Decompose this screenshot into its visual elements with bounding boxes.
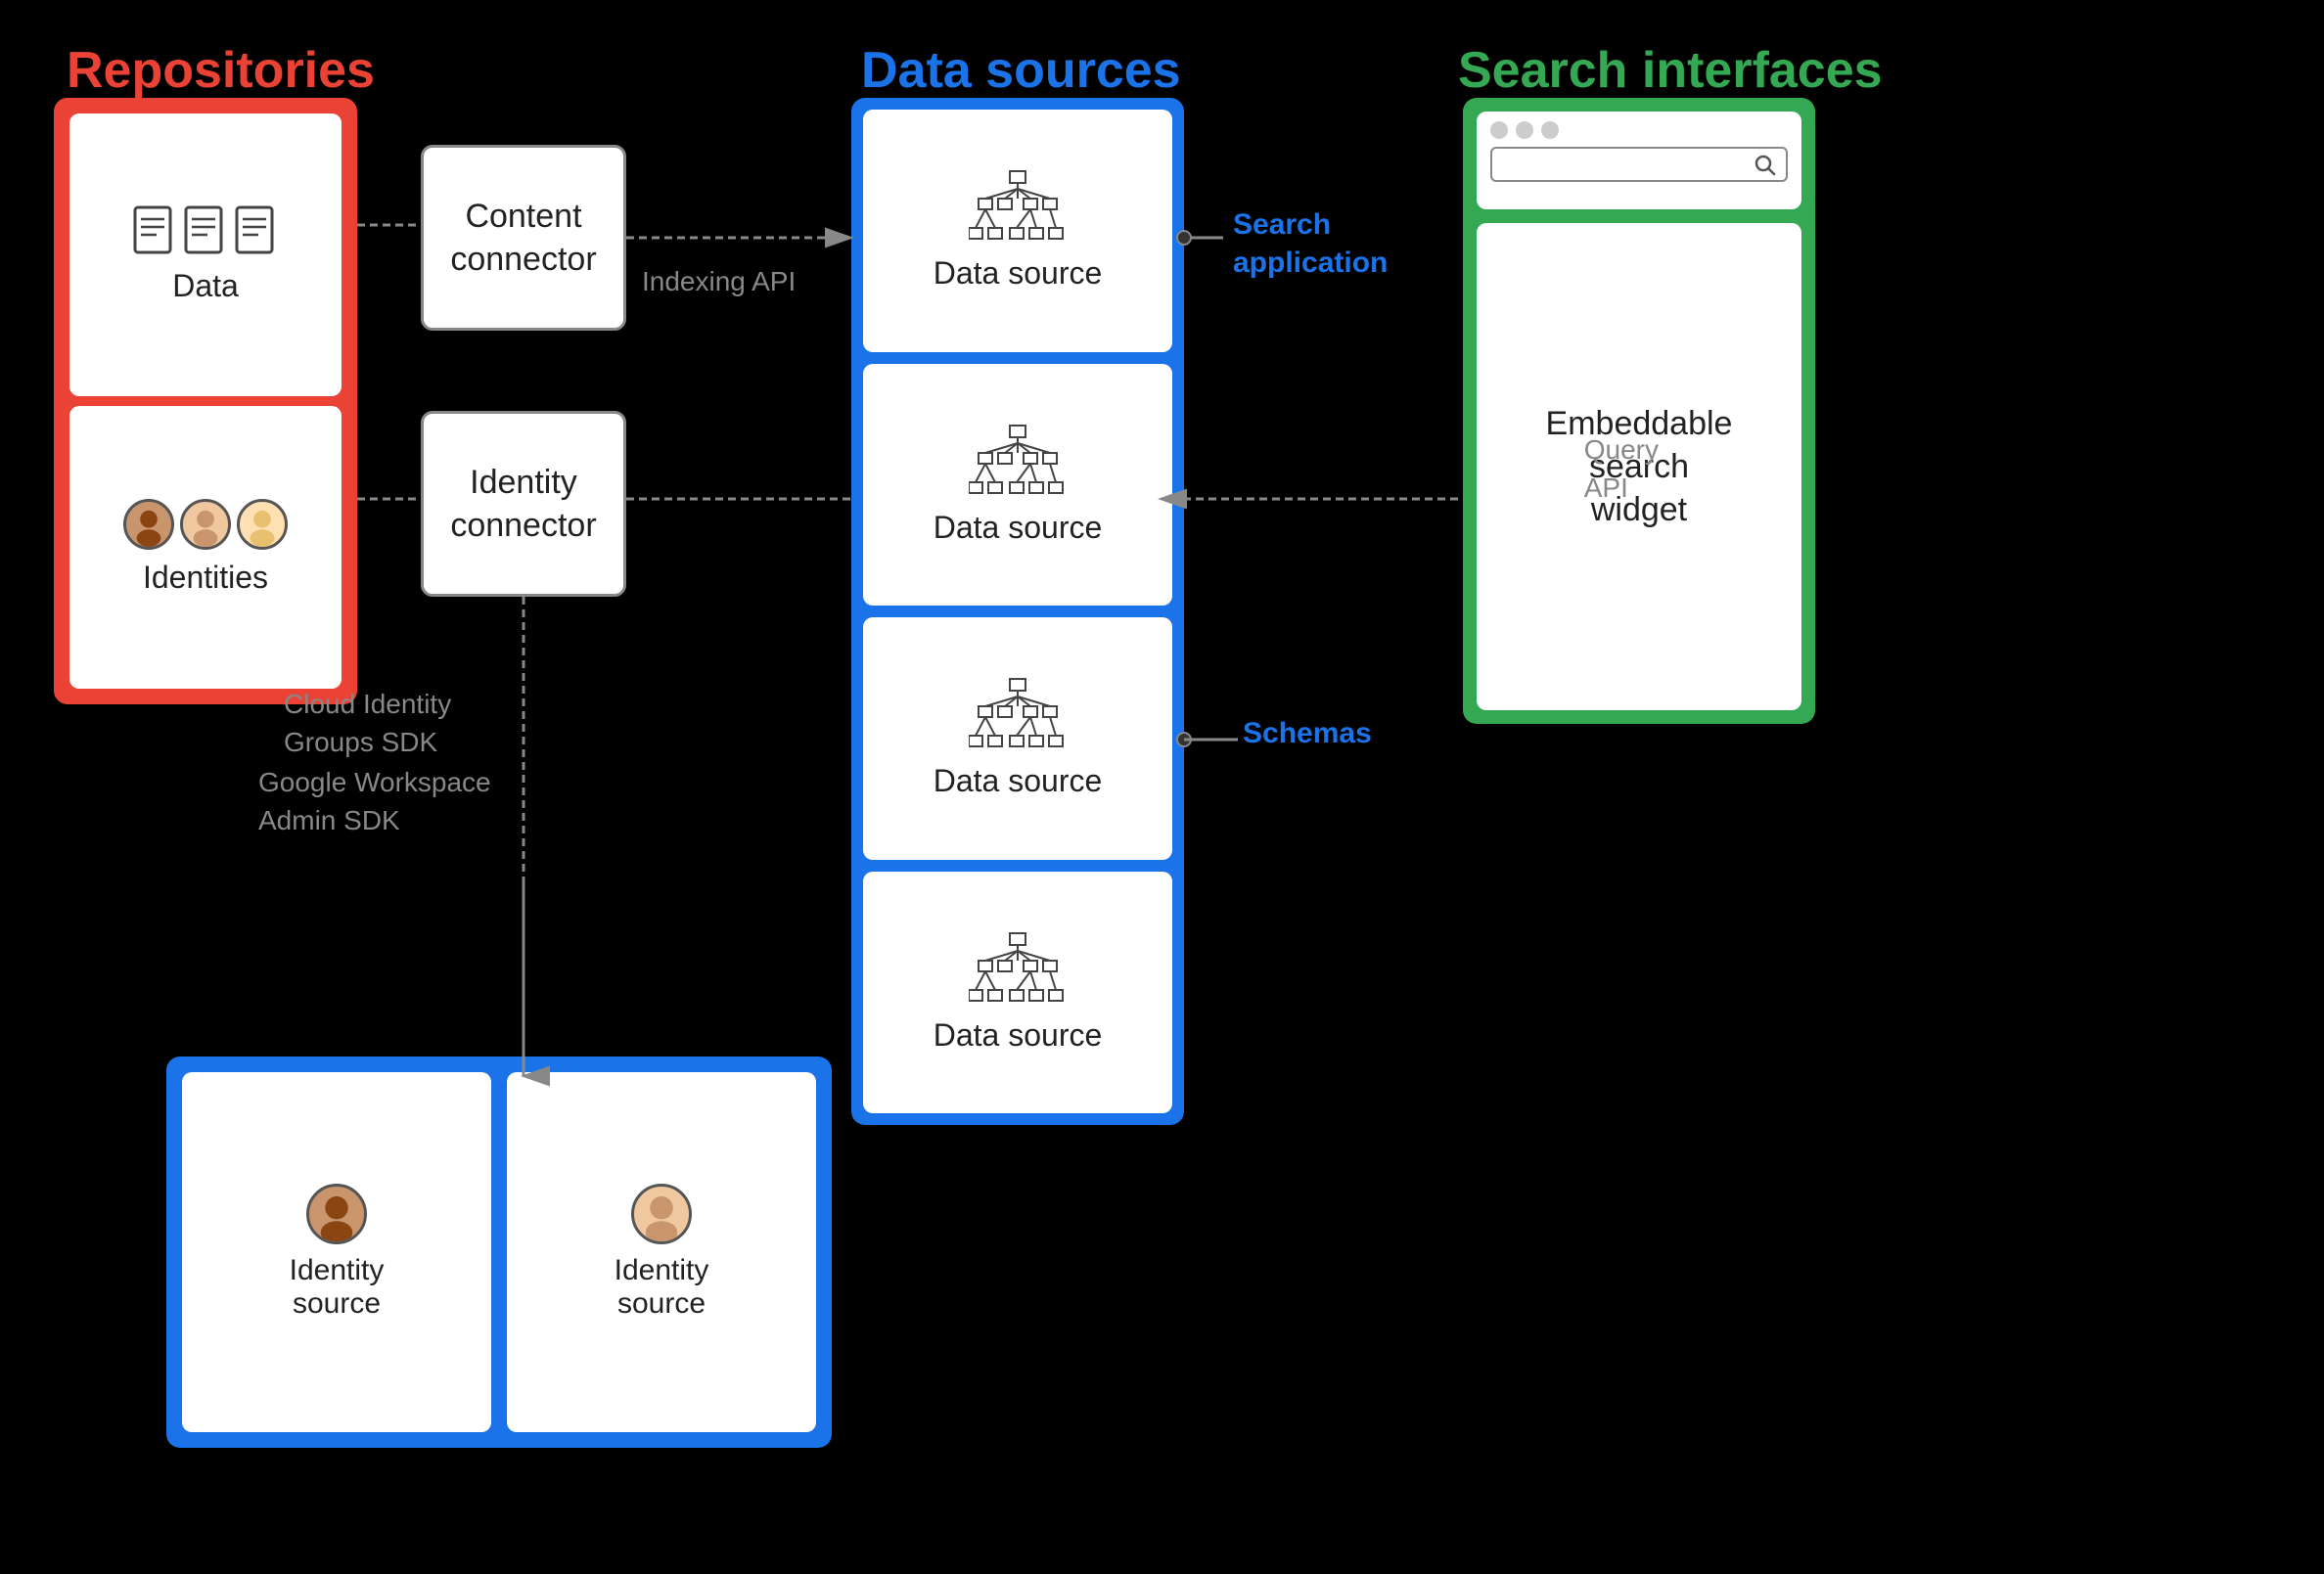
datasource-box-4: Data source [863, 872, 1172, 1114]
data-box: Data [69, 113, 342, 396]
search-bar-placeholder [1502, 163, 1753, 166]
person-icon-2 [180, 499, 231, 550]
datasource-label-3: Data source [934, 763, 1103, 799]
dot-2 [1516, 121, 1533, 139]
section-label-repositories: Repositories [67, 41, 375, 100]
content-connector-box: Contentconnector [421, 145, 626, 331]
content-connector-label: Contentconnector [450, 195, 596, 281]
identities-box: Identities [69, 406, 342, 689]
dot-1 [1490, 121, 1508, 139]
person-icon-1 [123, 499, 174, 550]
query-api-label: QueryAPI [1584, 430, 1659, 507]
schemas-label: Schemas [1243, 714, 1372, 752]
search-bar[interactable] [1490, 147, 1788, 182]
indexing-api-label: Indexing API [642, 266, 796, 297]
browser-dots [1490, 121, 1788, 139]
hierarchy-icon-2 [969, 424, 1067, 502]
repositories-box: Data [54, 98, 357, 704]
search-app-box [1477, 112, 1801, 209]
doc-icon-1 [133, 205, 176, 258]
hierarchy-icon-4 [969, 931, 1067, 1010]
dot-3 [1541, 121, 1559, 139]
person-icon-3 [237, 499, 288, 550]
identity-source-icon-1 [306, 1184, 367, 1244]
section-label-searchinterfaces: Search interfaces [1458, 41, 1883, 100]
datasource-label-2: Data source [934, 510, 1103, 546]
data-icons [133, 205, 278, 258]
identity-source-icon-2 [631, 1184, 692, 1244]
datasource-box-1: Data source [863, 110, 1172, 352]
cloud-identity-label: Cloud IdentityGroups SDK [284, 685, 451, 761]
identity-source-label-2: Identitysource [615, 1254, 709, 1321]
datasource-label-1: Data source [934, 255, 1103, 292]
datasource-box-2: Data source [863, 364, 1172, 607]
search-interfaces-box: Embeddablesearchwidget [1463, 98, 1815, 724]
data-label: Data [172, 268, 239, 304]
identity-connector-box: Identityconnector [421, 411, 626, 597]
datasource-column: Data source [851, 98, 1184, 1125]
doc-icon-2 [184, 205, 227, 258]
search-icon [1753, 153, 1776, 176]
identity-connector-label: Identityconnector [450, 461, 596, 547]
identity-icons [123, 499, 288, 550]
datasource-box-3: Data source [863, 617, 1172, 860]
identity-source-box-2: Identitysource [507, 1072, 816, 1432]
identities-label: Identities [143, 560, 268, 596]
identity-source-label-1: Identitysource [290, 1254, 385, 1321]
doc-icon-3 [235, 205, 278, 258]
datasource-label-4: Data source [934, 1017, 1103, 1054]
search-application-label: Searchapplication [1233, 205, 1388, 282]
hierarchy-icon-3 [969, 677, 1067, 755]
identity-sources-box: Identitysource Identitysource [166, 1057, 832, 1448]
google-workspace-label: Google WorkspaceAdmin SDK [258, 763, 491, 839]
hierarchy-icon-1 [969, 169, 1067, 247]
section-label-datasources: Data sources [861, 41, 1181, 100]
identity-source-box-1: Identitysource [182, 1072, 491, 1432]
